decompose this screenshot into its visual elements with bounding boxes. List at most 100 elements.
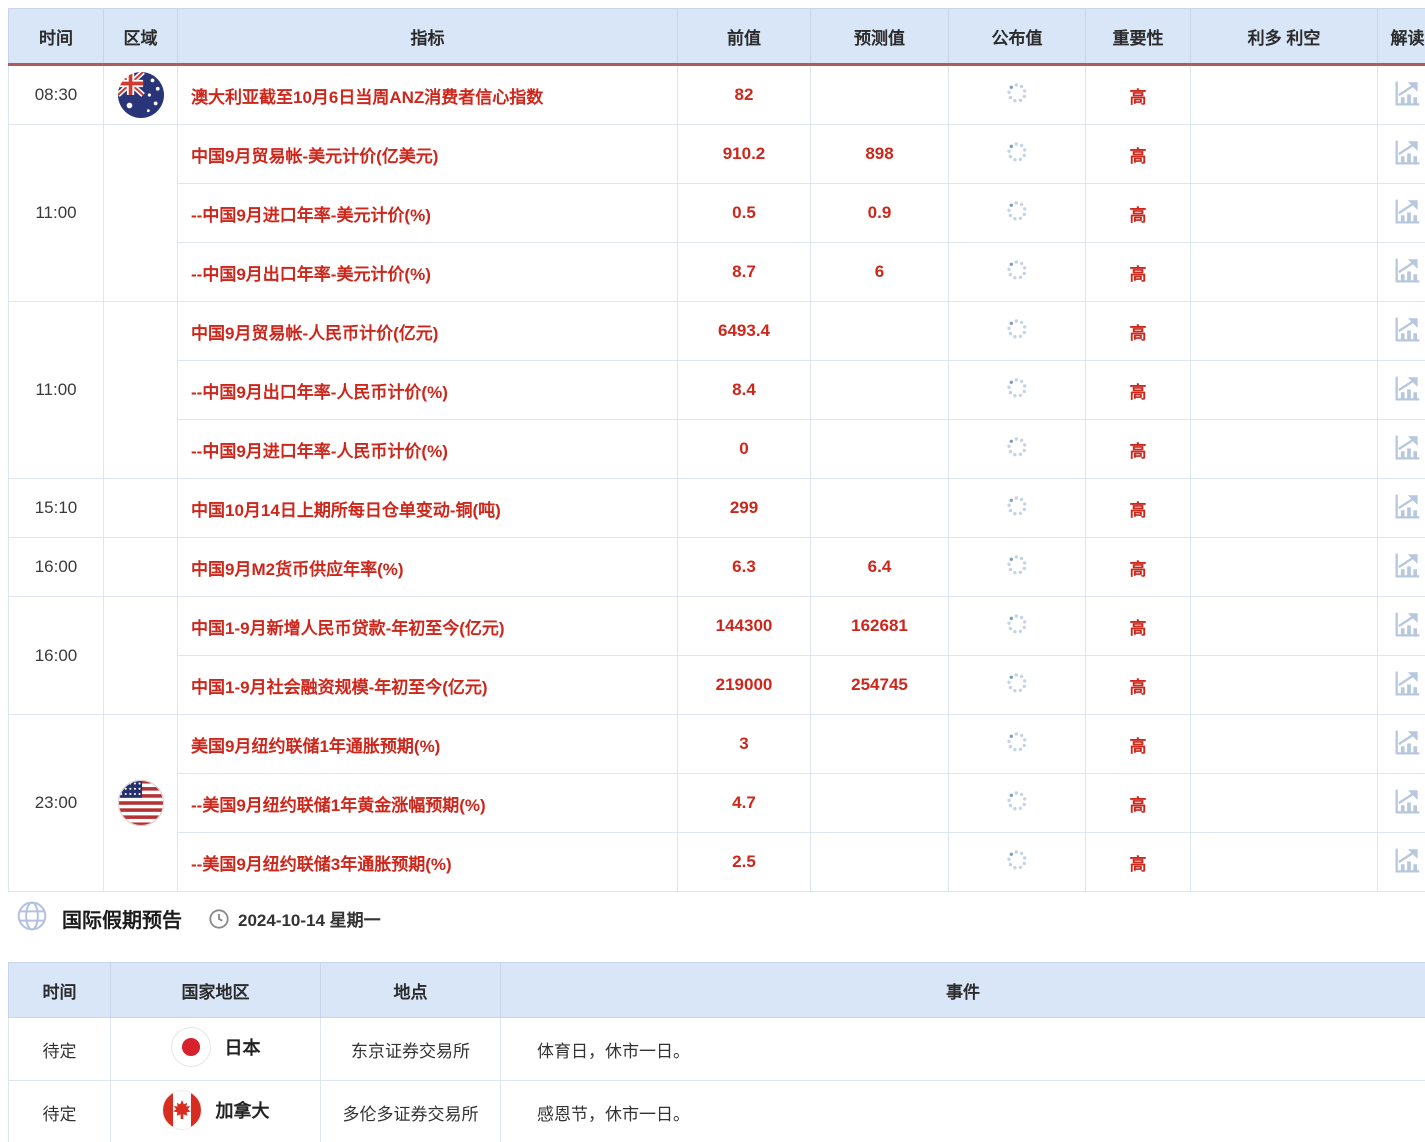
- importance-cell: 高: [1086, 243, 1191, 302]
- read-cell: [1378, 597, 1425, 656]
- indicator-cell: 中国9月贸易帐-人民币计价(亿元): [178, 302, 678, 361]
- bullish-bearish-cell: [1191, 184, 1378, 243]
- importance-cell: 高: [1086, 538, 1191, 597]
- indicator-cell: --中国9月进口年率-美元计价(%): [178, 184, 678, 243]
- importance-cell: 高: [1086, 302, 1191, 361]
- read-cell: [1378, 361, 1425, 420]
- indicator-cell: 中国9月M2货币供应年率(%): [178, 538, 678, 597]
- time-cell: 08:30: [9, 65, 104, 125]
- previous-value-cell: 6.3: [678, 538, 811, 597]
- bullish-bearish-cell: [1191, 361, 1378, 420]
- loading-spinner-icon: [1005, 199, 1029, 223]
- forecast-value-cell: 0.9: [811, 184, 949, 243]
- importance-cell: 高: [1086, 774, 1191, 833]
- holiday-event-cell: 感恩节，休市一日。: [501, 1081, 1425, 1142]
- region-cell: [104, 65, 178, 125]
- chart-icon[interactable]: [1391, 784, 1425, 818]
- indicator-cell: 澳大利亚截至10月6日当周ANZ消费者信心指数: [178, 65, 678, 125]
- forecast-value-cell: 6: [811, 243, 949, 302]
- bullish-bearish-cell: [1191, 420, 1378, 479]
- holiday-row: 待定 加拿大多伦多证券交易所感恩节，休市一日。: [9, 1081, 1425, 1142]
- loading-spinner-icon: [1005, 730, 1029, 754]
- forecast-value-cell: 162681: [811, 597, 949, 656]
- chart-icon[interactable]: [1391, 430, 1425, 464]
- chart-icon[interactable]: [1391, 312, 1425, 346]
- calendar-row: --中国9月进口年率-人民币计价(%)0高: [9, 420, 1425, 479]
- region-cell: [104, 597, 178, 715]
- time-cell: 23:00: [9, 715, 104, 892]
- holiday-country-cell: 加拿大: [111, 1081, 321, 1142]
- calendar-column-header: 利多 利空: [1191, 9, 1378, 65]
- read-cell: [1378, 184, 1425, 243]
- loading-spinner-icon: [1005, 317, 1029, 341]
- chart-icon[interactable]: [1391, 194, 1425, 228]
- forecast-value-cell: [811, 65, 949, 125]
- chart-icon[interactable]: [1391, 135, 1425, 169]
- previous-value-cell: 8.7: [678, 243, 811, 302]
- calendar-row: --美国9月纽约联储3年通胀预期(%)2.5 高: [9, 833, 1425, 892]
- calendar-column-header: 公布值: [949, 9, 1086, 65]
- importance-cell: 高: [1086, 833, 1191, 892]
- calendar-row: --美国9月纽约联储1年黄金涨幅预期(%)4.7高: [9, 774, 1425, 833]
- indicator-cell: 中国10月14日上期所每日仓单变动-铜(吨): [178, 479, 678, 538]
- holiday-country-name: 日本: [225, 1034, 261, 1060]
- region-cell: [104, 302, 178, 479]
- forecast-value-cell: 6.4: [811, 538, 949, 597]
- chart-icon[interactable]: [1391, 76, 1425, 110]
- published-value-cell: [949, 125, 1086, 184]
- region-cell: [104, 125, 178, 302]
- clock-icon: [208, 908, 230, 930]
- holiday-section-header: 国际假期预告 2024-10-14 星期一: [16, 900, 381, 937]
- loading-spinner-icon: [1005, 258, 1029, 282]
- previous-value-cell: 219000: [678, 656, 811, 715]
- chart-icon[interactable]: [1391, 666, 1425, 700]
- calendar-row: --中国9月出口年率-美元计价(%)8.76高: [9, 243, 1425, 302]
- chart-icon[interactable]: [1391, 607, 1425, 641]
- importance-cell: 高: [1086, 125, 1191, 184]
- holiday-date: 2024-10-14 星期一: [238, 906, 381, 931]
- previous-value-cell: 0.5: [678, 184, 811, 243]
- holiday-table: 时间国家地区地点事件 待定 日本东京证券交易所体育日，休市一日。待定 加拿大多伦…: [8, 962, 1425, 1142]
- indicator-cell: 中国9月贸易帐-美元计价(亿美元): [178, 125, 678, 184]
- calendar-column-header: 前值: [678, 9, 811, 65]
- loading-spinner-icon: [1005, 140, 1029, 164]
- bullish-bearish-cell: [1191, 656, 1378, 715]
- indicator-cell: --中国9月进口年率-人民币计价(%): [178, 420, 678, 479]
- calendar-row: 16:00中国9月M2货币供应年率(%)6.36.4高: [9, 538, 1425, 597]
- read-cell: [1378, 774, 1425, 833]
- published-value-cell: [949, 243, 1086, 302]
- forecast-value-cell: [811, 420, 949, 479]
- published-value-cell: [949, 420, 1086, 479]
- calendar-row: 中国1-9月社会融资规模-年初至今(亿元)219000254745高: [9, 656, 1425, 715]
- globe-icon: [16, 900, 48, 937]
- read-cell: [1378, 833, 1425, 892]
- forecast-value-cell: [811, 302, 949, 361]
- published-value-cell: [949, 361, 1086, 420]
- read-cell: [1378, 125, 1425, 184]
- calendar-row: 23:00 美国9月纽约联储1年通胀预期(%)3高: [9, 715, 1425, 774]
- importance-cell: 高: [1086, 184, 1191, 243]
- bullish-bearish-cell: [1191, 65, 1378, 125]
- read-cell: [1378, 420, 1425, 479]
- holiday-location-cell: 多伦多证券交易所: [321, 1081, 501, 1142]
- chart-icon[interactable]: [1391, 548, 1425, 582]
- calendar-column-header: 时间: [9, 9, 104, 65]
- chart-icon[interactable]: [1391, 489, 1425, 523]
- chart-icon[interactable]: [1391, 371, 1425, 405]
- holiday-column-header: 事件: [501, 963, 1425, 1018]
- previous-value-cell: 2.5: [678, 833, 811, 892]
- previous-value-cell: 82: [678, 65, 811, 125]
- holiday-country-cell: 日本: [111, 1018, 321, 1081]
- indicator-cell: 美国9月纽约联储1年通胀预期(%): [178, 715, 678, 774]
- read-cell: [1378, 243, 1425, 302]
- holiday-column-header: 地点: [321, 963, 501, 1018]
- chart-icon[interactable]: [1391, 725, 1425, 759]
- time-cell: 16:00: [9, 597, 104, 715]
- chart-icon[interactable]: [1391, 253, 1425, 287]
- bullish-bearish-cell: [1191, 125, 1378, 184]
- chart-icon[interactable]: [1391, 843, 1425, 877]
- indicator-cell: --美国9月纽约联储3年通胀预期(%): [178, 833, 678, 892]
- holiday-country-name: 加拿大: [216, 1097, 270, 1123]
- published-value-cell: [949, 833, 1086, 892]
- read-cell: [1378, 302, 1425, 361]
